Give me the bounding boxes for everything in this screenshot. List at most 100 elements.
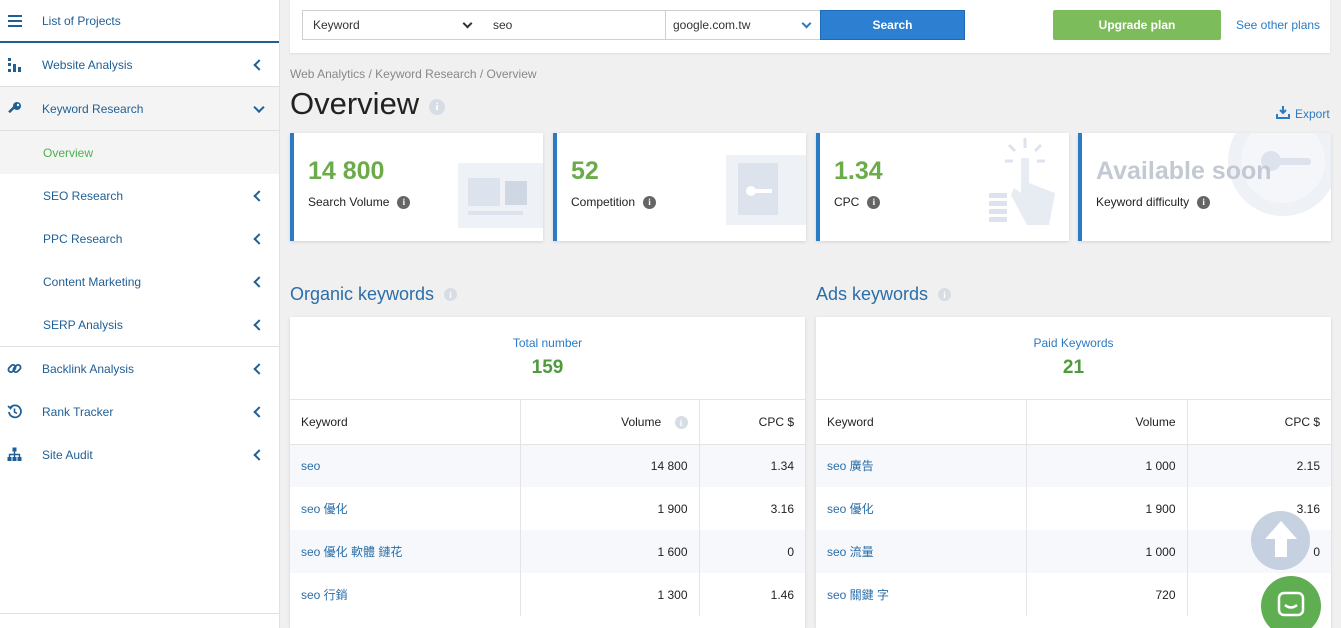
column-header-volume[interactable]: Volume [1026,400,1188,445]
chevron-left-icon [253,189,265,202]
column-header-volume[interactable]: Volume i [520,400,700,445]
bar-chart-icon [6,56,23,73]
metric-label-text: Search Volume [308,195,390,209]
sidebar-item-label: Site Audit [42,447,93,462]
key-lock-icon [1228,133,1331,216]
sitemap-icon [6,446,23,463]
table-row: seo 廣告 1 000 2.15 [816,444,1331,487]
sidebar-subitem-content-marketing[interactable]: Content Marketing [0,260,279,303]
volume-cell: 1 900 [520,487,700,530]
history-icon [6,403,23,420]
info-icon[interactable]: i [643,195,657,209]
info-icon[interactable]: i [674,416,688,429]
organic-summary: Total number 159 [290,317,805,400]
metric-value: 52 [571,157,599,185]
chat-icon [1276,590,1306,623]
info-icon[interactable]: i [444,288,458,301]
volume-cell: 1 600 [520,530,700,573]
ads-keywords-panel: Paid Keywords 21 Keyword Volume CPC $ se… [816,317,1331,628]
metric-value: 1.34 [834,157,883,185]
total-number-label: Total number [512,336,583,350]
sidebar-subitem-serp-analysis[interactable]: SERP Analysis [0,303,279,346]
info-icon[interactable]: i [1197,195,1211,209]
keyword-link[interactable]: seo 行銷 [290,573,521,616]
column-header-keyword[interactable]: Keyword [290,400,521,445]
keyword-link[interactable]: seo 優化 [816,487,1027,530]
info-icon[interactable]: i [938,288,952,301]
table-header-row: Keyword Volume CPC $ [816,400,1331,445]
scroll-to-top-button[interactable] [1251,511,1310,570]
chevron-left-icon [253,275,265,288]
metric-label-text: CPC [834,195,860,209]
organic-keywords-table: Keyword Volume i CPC $ seo 14 800 1.34 s… [290,400,805,616]
cpc-cell: 3.16 [770,501,794,516]
search-type-value: Keyword [313,18,360,32]
table-row: seo 14 800 1.34 [290,444,805,487]
keyword-link[interactable]: seo 關鍵 字 [816,573,1027,616]
sidebar-subitem-ppc-research[interactable]: PPC Research [0,217,279,260]
column-header-keyword[interactable]: Keyword [816,400,1027,445]
keyword-link[interactable]: seo 優化 軟體 鏈花 [290,530,521,573]
section-title-text: Organic keywords [290,284,435,304]
organic-keywords-title: Organic keywords i [290,284,458,305]
sidebar-item-list-of-projects[interactable]: List of Projects [0,0,279,43]
search-input[interactable] [481,10,666,40]
export-label: Export [1295,106,1330,121]
ads-summary: Paid Keywords 21 [816,317,1331,400]
cpc-cell: 2.15 [1187,444,1331,487]
metric-card-keyword-difficulty: Available soon Keyword difficulty i [1078,133,1331,241]
sidebar-item-website-analysis[interactable]: Website Analysis [0,43,279,86]
link-icon [6,360,23,377]
menu-icon [6,12,23,29]
metric-card-search-volume: 14 800 Search Volume i [290,133,543,241]
metric-label: Competition i [571,195,657,209]
metric-label: Search Volume i [308,195,411,209]
sidebar-item-rank-tracker[interactable]: Rank Tracker [0,390,279,433]
sidebar-item-backlink-analysis[interactable]: Backlink Analysis [0,347,279,390]
column-header-label: Volume [621,414,662,429]
table-row: seo 行銷 1 300 1.46 [290,573,805,616]
sidebar-item-site-audit[interactable]: Site Audit [0,433,279,476]
search-engine-select[interactable]: google.com.tw [665,10,821,40]
info-icon[interactable]: i [397,195,411,209]
metric-label: CPC i [834,195,881,209]
metric-label-text: Keyword difficulty [1096,195,1190,209]
search-bar: Keyword google.com.tw Search Upgrade pla… [290,0,1330,53]
sidebar-subitem-label: PPC Research [43,231,123,246]
cpc-cell: 1.34 [699,444,805,487]
keyword-link[interactable]: seo 流量 [816,530,1027,573]
upgrade-plan-button[interactable]: Upgrade plan [1053,10,1221,40]
column-header-cpc[interactable]: CPC $ [699,400,805,445]
metric-card-cpc: 1.34 CPC i [816,133,1069,241]
sidebar-item-label: List of Projects [42,13,121,28]
column-header-cpc[interactable]: CPC $ [1187,400,1331,445]
export-button[interactable]: Export [1276,105,1330,122]
search-engine-value: google.com.tw [673,18,751,32]
sidebar-subitem-overview[interactable]: Overview [0,131,279,174]
keyword-link[interactable]: seo 優化 [290,487,521,530]
volume-cell: 1 300 [520,573,700,616]
sidebar-subitem-label: Overview [43,145,94,160]
sidebar-item-label: Backlink Analysis [42,361,135,376]
info-icon[interactable]: i [429,99,445,115]
sidebar-item-keyword-research[interactable]: Keyword Research [0,87,279,130]
cpc-cell: 0 [699,530,805,573]
see-other-plans-link[interactable]: See other plans [1236,18,1320,32]
search-type-select[interactable]: Keyword [302,10,482,40]
key-icon [6,100,23,117]
sidebar-item-label: Keyword Research [42,101,144,116]
keyword-link[interactable]: seo [290,444,521,487]
chevron-down-icon [462,18,473,29]
browser-key-icon [726,155,806,225]
paid-keywords-label: Paid Keywords [1033,336,1114,350]
table-row: seo 優化 1 900 3.16 [290,487,805,530]
paid-keywords-value: 21 [1062,357,1085,378]
hand-click-icon [989,138,1055,225]
sidebar-subitem-seo-research[interactable]: SEO Research [0,174,279,217]
keyword-link[interactable]: seo 廣告 [816,444,1027,487]
cpc-cell: 1.46 [770,587,794,602]
chat-widget-button[interactable] [1261,576,1321,628]
info-icon[interactable]: i [867,195,881,209]
search-button[interactable]: Search [820,10,965,40]
sidebar-subitem-label: Content Marketing [43,274,142,289]
